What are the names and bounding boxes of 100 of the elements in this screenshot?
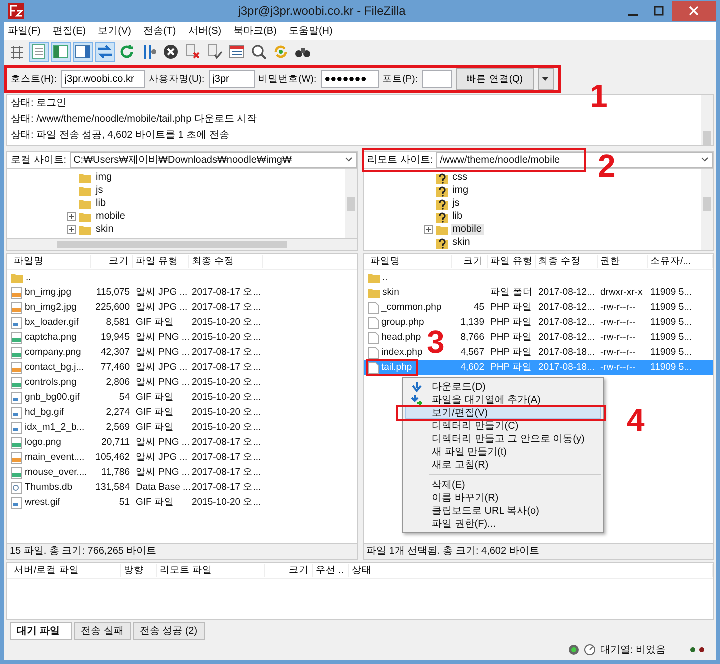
column-header[interactable]: 방향 xyxy=(121,564,157,577)
tree-item[interactable]: mobile xyxy=(450,224,484,235)
tab[interactable]: 전송 성공 (2) xyxy=(132,622,205,640)
expand-icon[interactable] xyxy=(67,225,76,234)
tree-item[interactable]: js xyxy=(450,198,462,209)
table-cell-text: GIF 파일 xyxy=(135,406,176,419)
column-header[interactable]: 최종 수정 xyxy=(536,255,598,268)
close-button[interactable] xyxy=(672,1,716,21)
table-cell-text: 4,602 xyxy=(460,362,486,373)
file-name: idx_m1_2_b... xyxy=(25,422,85,433)
menu-item[interactable]: 보기(V) xyxy=(98,24,132,38)
menu-item[interactable]: 전송(T) xyxy=(143,24,176,38)
column-header[interactable]: 최종 수정 xyxy=(189,255,263,268)
queue-add-icon xyxy=(411,395,423,406)
input-field[interactable]: ●●●●●●● xyxy=(320,70,379,88)
image-file-icon xyxy=(11,362,22,374)
column-header[interactable]: 크기 xyxy=(91,255,133,268)
tree-item[interactable]: skin xyxy=(450,237,472,248)
log-panel-icon xyxy=(32,44,46,60)
toolbar-button[interactable] xyxy=(161,42,181,62)
menu-item[interactable]: 디렉터리 만들고 그 안으로 이동(y) xyxy=(405,432,601,445)
folder-icon xyxy=(79,224,91,234)
column-header[interactable]: 파일명 xyxy=(368,255,452,268)
expand-icon[interactable] xyxy=(67,212,76,221)
tree-item[interactable]: js xyxy=(94,185,106,196)
download-arrow-icon xyxy=(411,382,423,393)
file-icon xyxy=(368,302,378,314)
expand-icon[interactable] xyxy=(424,225,432,234)
path-field[interactable]: C:₩Users₩제이비₩Downloads₩noodle₩img₩ xyxy=(70,152,356,168)
column-header[interactable]: 파일 유형 xyxy=(488,255,536,268)
status-text: 15 파일. 총 크기: 766,265 바이트 xyxy=(6,544,358,560)
table-cell-text: 2017-08-17 오... xyxy=(191,451,262,464)
column-header[interactable]: 크기 xyxy=(452,255,488,268)
scrollbar[interactable] xyxy=(701,169,713,250)
tree-item[interactable]: mobile xyxy=(94,211,128,222)
table-cell-text: 2017-08-12... xyxy=(538,287,596,298)
tree-item[interactable]: css xyxy=(450,172,470,183)
scrollbar[interactable] xyxy=(6,239,358,251)
toolbar-button[interactable] xyxy=(249,42,269,62)
table-cell-text: 2017-08-18... xyxy=(538,347,596,358)
input-field[interactable] xyxy=(422,70,452,88)
tab[interactable]: 전송 실패 xyxy=(74,622,131,640)
refresh-icon xyxy=(119,44,135,60)
menu-item[interactable]: 이름 바꾸기(R) xyxy=(405,491,601,504)
file-name: group.php xyxy=(382,317,424,328)
table-cell-text: 2015-10-20 오... xyxy=(191,496,262,509)
table-cell-text: 알씨 JPG ... xyxy=(135,361,189,374)
tree-item[interactable]: lib xyxy=(450,211,465,222)
menu-item[interactable]: 새 파일 만들기(t) xyxy=(405,445,601,458)
scrollbar[interactable] xyxy=(344,169,356,238)
annotation-number: 1 xyxy=(590,80,608,112)
column-header[interactable]: 파일명 xyxy=(11,255,91,268)
menu-item[interactable]: 새로 고침(R) xyxy=(405,458,601,471)
image-file-icon xyxy=(11,346,22,358)
table-cell-text: 2,274 xyxy=(105,407,131,418)
menu-item[interactable]: 삭제(E) xyxy=(405,478,601,491)
dropdown-icon[interactable] xyxy=(701,157,709,163)
menu-item[interactable]: 파일을 대기열에 추가(A) xyxy=(405,393,601,406)
column-header[interactable]: 권한 xyxy=(598,255,648,268)
tree-item[interactable]: skin xyxy=(94,224,116,235)
dropdown-icon[interactable] xyxy=(344,157,352,163)
image-file-icon xyxy=(11,316,22,328)
menu-item[interactable]: 클립보드로 URL 복사(o) xyxy=(405,504,601,517)
menu-item[interactable]: 디렉터리 만들기(C) xyxy=(405,419,601,432)
minimize-icon xyxy=(628,14,638,16)
column-header[interactable]: 리모트 파일 xyxy=(157,564,265,577)
table-cell-text: 2015-10-20 오... xyxy=(191,331,262,344)
tab[interactable]: 대기 파일 xyxy=(10,622,72,640)
column-header[interactable]: 크기 xyxy=(265,564,313,577)
toolbar-button[interactable] xyxy=(73,42,93,62)
menu-item[interactable]: 도움말(H) xyxy=(288,24,333,38)
window-title: j3pr@j3pr.woobi.co.kr - FileZilla xyxy=(237,4,407,18)
site-manager-icon xyxy=(9,44,25,60)
menu-item[interactable]: 편집(E) xyxy=(52,24,86,38)
table-cell-text: 알씨 JPG ... xyxy=(135,451,189,464)
column-header[interactable]: 서버/로컬 파일 xyxy=(11,564,121,577)
column-header[interactable]: 소유자/... xyxy=(648,255,713,268)
table-cell-text: 2015-10-20 오... xyxy=(191,421,262,434)
tree-item[interactable]: img xyxy=(450,185,471,196)
column-header[interactable]: 우선 .. xyxy=(313,564,349,577)
quickconnect-button[interactable]: 빠른 연결(Q) xyxy=(456,68,534,90)
column-header[interactable]: 파일 유형 xyxy=(133,255,189,268)
input-field[interactable]: j3pr.woobi.co.kr xyxy=(60,70,145,88)
table-cell-text: 파일 폴더 xyxy=(490,286,534,299)
menu-item[interactable]: 파일(F) xyxy=(8,24,41,38)
menu-item[interactable]: 보기/편집(V) xyxy=(405,406,601,419)
table-cell-text: 54 xyxy=(118,392,131,403)
table-cell-text: 77,460 xyxy=(100,362,131,373)
image-file-icon xyxy=(11,422,22,434)
unknown-folder-icon xyxy=(436,172,448,184)
tree-item[interactable]: lib xyxy=(94,198,108,209)
menu-item[interactable]: 서버(S) xyxy=(188,24,222,38)
tree-item[interactable]: img xyxy=(94,172,114,183)
scrollbar[interactable] xyxy=(701,95,713,145)
column-header[interactable]: 상태 xyxy=(349,564,713,577)
dropdown-button[interactable] xyxy=(538,68,554,90)
menu-item[interactable]: 파일 권한(F)... xyxy=(405,517,601,530)
input-field[interactable]: j3pr xyxy=(208,70,255,88)
menu-item[interactable]: 북마크(B) xyxy=(234,24,277,38)
menu-item[interactable]: 다운로드(D) xyxy=(405,380,601,393)
